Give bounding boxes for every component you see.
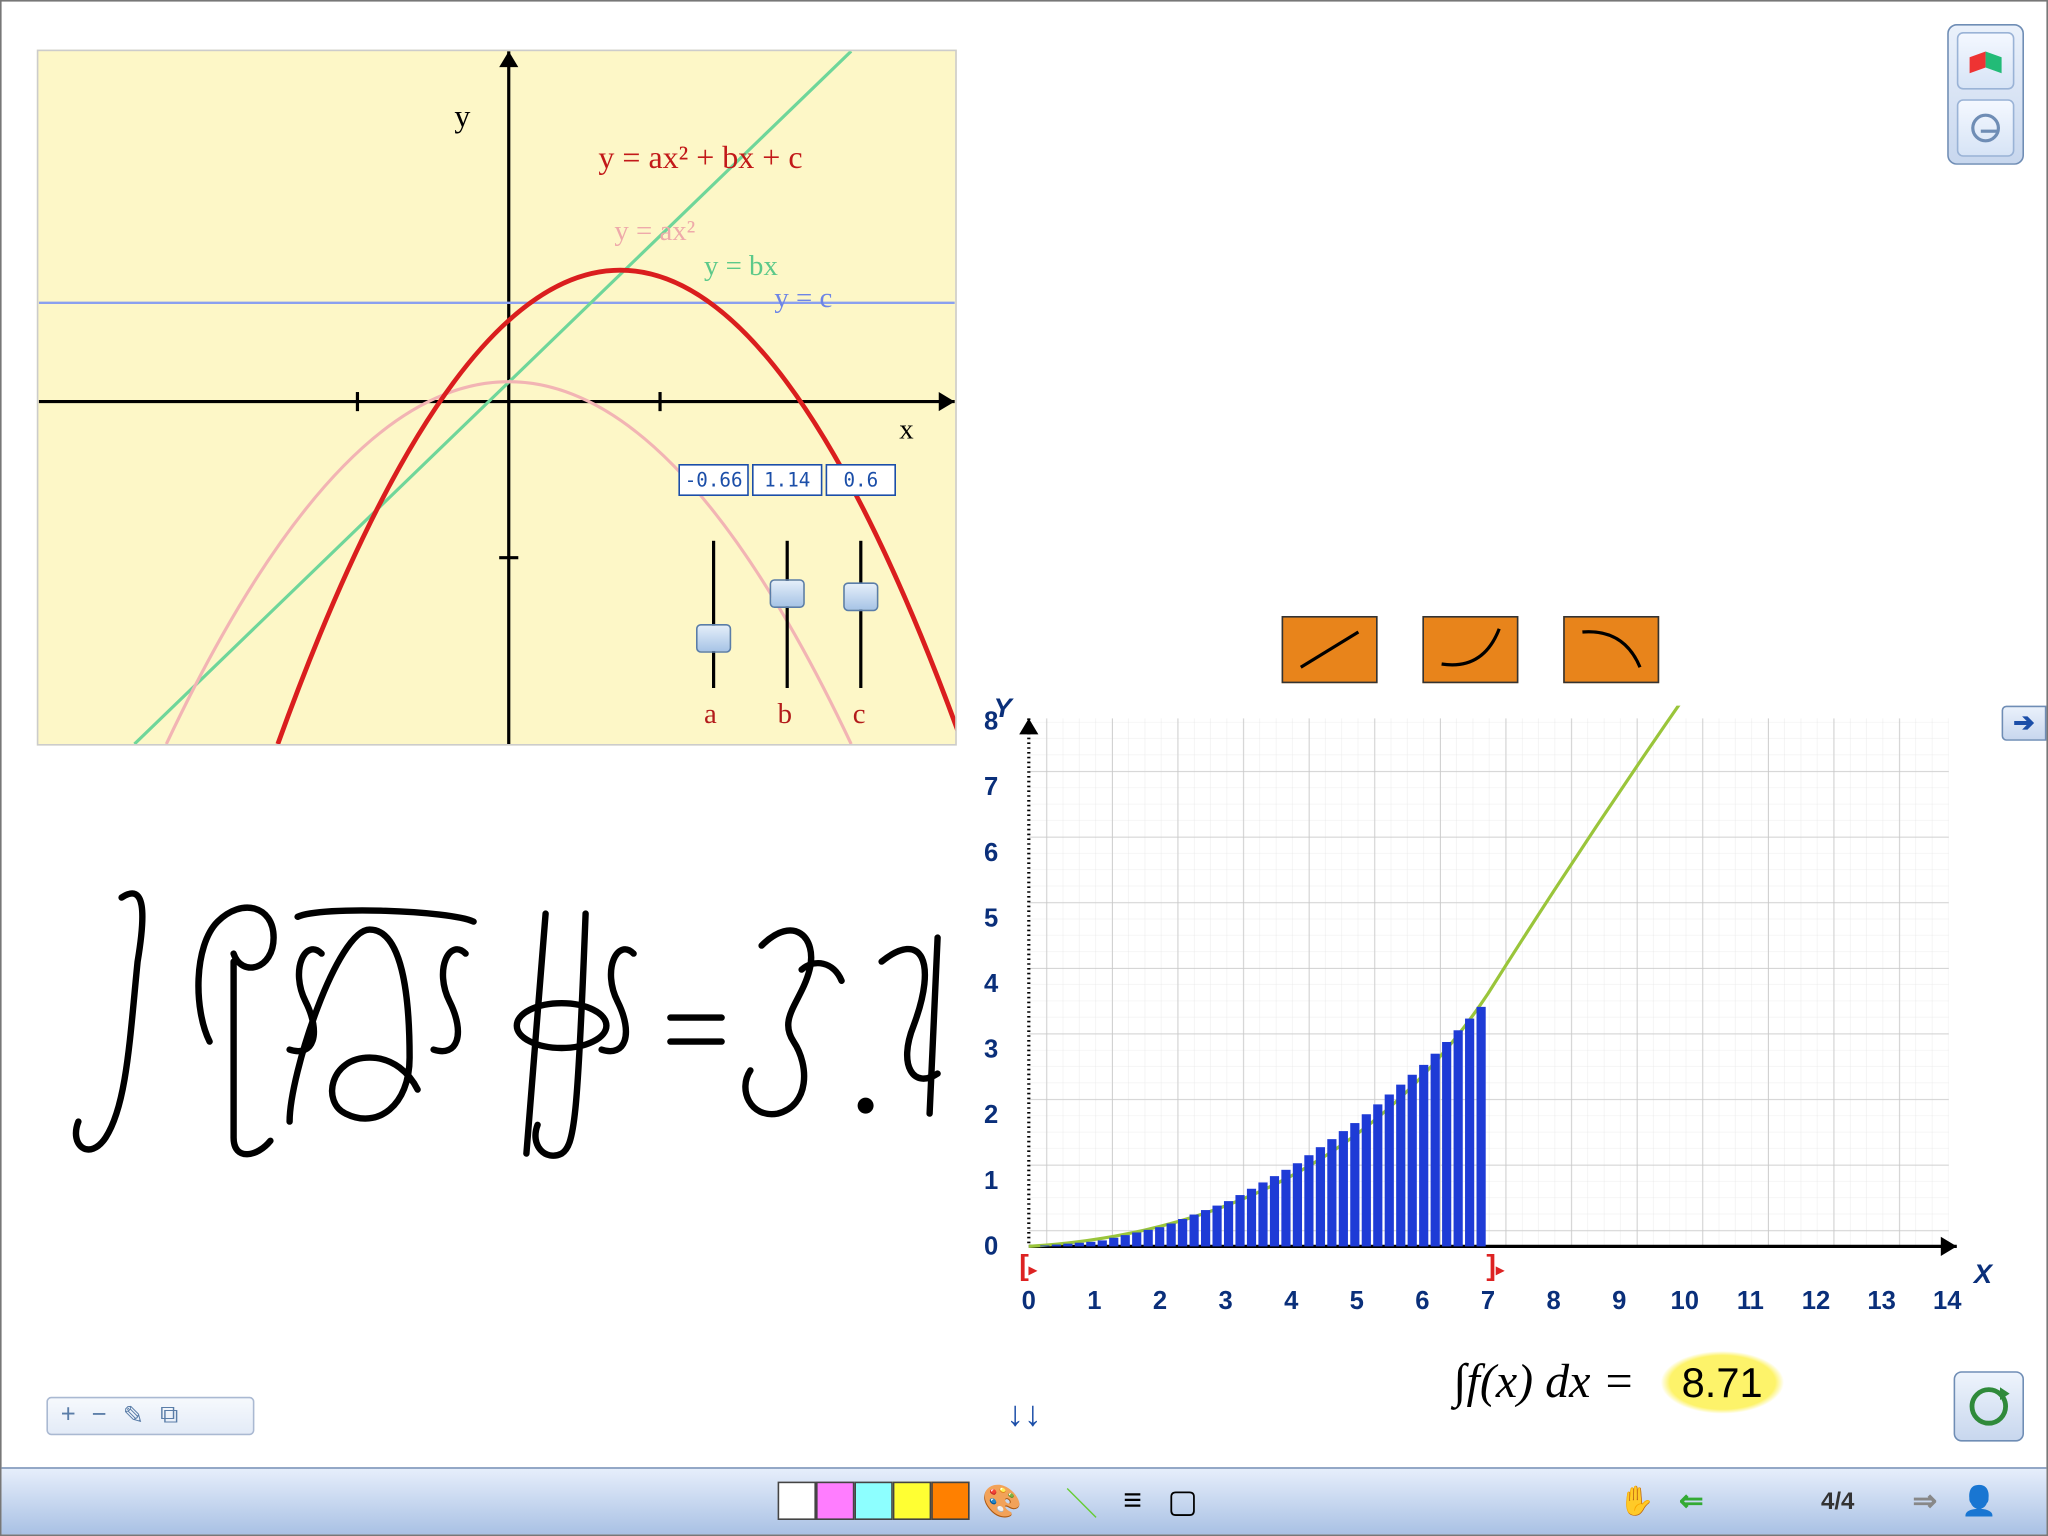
- eq-c: y = c: [774, 282, 832, 316]
- curve-type-group: [1282, 616, 1660, 683]
- x-tick: 10: [1669, 1288, 1701, 1317]
- x-tick: 1: [1078, 1288, 1110, 1317]
- x-tick: 5: [1341, 1288, 1373, 1317]
- swatch-white[interactable]: [778, 1482, 816, 1520]
- page-indicator: 4/4: [1821, 1488, 1854, 1515]
- slider-b-track[interactable]: [786, 541, 789, 688]
- page-mini-toolbar: + − ✎ ⧉: [46, 1397, 254, 1435]
- x-tick: 14: [1931, 1288, 1963, 1317]
- x-tick: 3: [1210, 1288, 1242, 1317]
- line-weight-tool[interactable]: ≡: [1123, 1483, 1142, 1520]
- x-axis-label: X: [1974, 1259, 1992, 1291]
- y-tick: 0: [984, 1234, 998, 1263]
- slider-a-value[interactable]: -0.66: [678, 464, 748, 496]
- x-tick: 8: [1538, 1288, 1570, 1317]
- curve-concave-button[interactable]: [1563, 616, 1659, 683]
- slider-b-value[interactable]: 1.14: [752, 464, 822, 496]
- x-tick: 4: [1275, 1288, 1307, 1317]
- edit-page-button[interactable]: ✎: [123, 1400, 144, 1432]
- y-tick: 4: [984, 971, 998, 1000]
- integral-lower-handle[interactable]: [▸: [1019, 1250, 1037, 1284]
- slider-a-thumb[interactable]: [696, 624, 731, 653]
- mode-button[interactable]: [1957, 99, 2015, 157]
- y-tick: 5: [984, 906, 998, 935]
- integral-plot-svg: [981, 706, 1973, 1346]
- y-tick: 8: [984, 709, 998, 738]
- add-page-button[interactable]: +: [61, 1402, 76, 1431]
- handwritten-integral: [50, 866, 946, 1186]
- bottom-tools: ＼ ≡ ▢: [1066, 1478, 1198, 1524]
- remove-page-button[interactable]: −: [92, 1402, 107, 1431]
- eq-full: y = ax² + bx + c: [598, 141, 802, 178]
- side-toolbox: [1947, 24, 2024, 165]
- eq-bx: y = bx: [704, 250, 778, 284]
- quadratic-widget[interactable]: y x y = ax² + bx + c y = ax² y = bx y = …: [37, 50, 957, 746]
- refresh-icon: [1970, 1387, 2008, 1425]
- slider-b-thumb[interactable]: [770, 579, 805, 608]
- x-tick: 13: [1866, 1288, 1898, 1317]
- y-tick: 7: [984, 774, 998, 803]
- collapse-toggle[interactable]: ↓↓: [1006, 1394, 1041, 1436]
- slider-b-label: b: [778, 698, 792, 732]
- slider-a-track[interactable]: [712, 541, 715, 688]
- refresh-button[interactable]: [1954, 1371, 2024, 1441]
- pen-tool[interactable]: ＼: [1066, 1478, 1098, 1524]
- eject-icon: [1971, 114, 2000, 143]
- color-palette: 🎨: [778, 1482, 1023, 1522]
- presenter-icon[interactable]: 👤: [1960, 1482, 1998, 1520]
- whiteboard-stage[interactable]: y x y = ax² + bx + c y = ax² y = bx y = …: [0, 0, 2048, 1536]
- integral-widget[interactable]: Y X 012345678 01234567891011121314 [▸ ]▸: [981, 706, 1973, 1426]
- slider-c-label: c: [853, 698, 866, 732]
- x-tick: 11: [1734, 1288, 1766, 1317]
- objects-button[interactable]: [1957, 32, 2015, 90]
- duplicate-page-button[interactable]: ⧉: [160, 1402, 178, 1431]
- y-tick: 6: [984, 840, 998, 869]
- quadratic-plot: [38, 51, 955, 744]
- slider-c-value[interactable]: 0.6: [826, 464, 896, 496]
- swatch-orange[interactable]: [931, 1482, 969, 1520]
- swatch-pink[interactable]: [816, 1482, 854, 1520]
- expand-right-button[interactable]: ➔: [2002, 706, 2047, 741]
- nav-right-group: ⇒ 👤: [1906, 1482, 1999, 1520]
- x-tick: 9: [1603, 1288, 1635, 1317]
- x-tick: 12: [1800, 1288, 1832, 1317]
- y-tick: 1: [984, 1168, 998, 1197]
- palette-icon[interactable]: 🎨: [982, 1482, 1022, 1522]
- hand-tool[interactable]: ✋: [1618, 1482, 1656, 1520]
- curve-linear-button[interactable]: [1282, 616, 1378, 683]
- slider-c-thumb[interactable]: [843, 582, 878, 611]
- y-tick: 3: [984, 1037, 998, 1066]
- cube-icon: [1970, 45, 2002, 77]
- x-tick: 6: [1406, 1288, 1438, 1317]
- swatch-yellow[interactable]: [893, 1482, 931, 1520]
- x-tick: 0: [1013, 1288, 1045, 1317]
- nav-left-group: ✋ ⇐: [1618, 1482, 1711, 1520]
- x-tick: 2: [1144, 1288, 1176, 1317]
- arrow-right-icon: ➔: [2013, 707, 2034, 739]
- axis-label-x: x: [899, 413, 913, 447]
- x-tick: 7: [1472, 1288, 1504, 1317]
- curve-convex-button[interactable]: [1422, 616, 1518, 683]
- screen-tool[interactable]: ▢: [1167, 1482, 1197, 1522]
- integral-result: ∫f(x) dx = 8.71: [1282, 1355, 1970, 1409]
- y-tick: 2: [984, 1102, 998, 1131]
- integral-expr: ∫f(x) dx =: [1453, 1355, 1634, 1408]
- slider-c-track[interactable]: [859, 541, 862, 688]
- axis-label-y: y: [454, 99, 470, 136]
- swatch-cyan[interactable]: [854, 1482, 892, 1520]
- next-page-button[interactable]: ⇒: [1906, 1482, 1944, 1520]
- eq-ax2: y = ax²: [614, 214, 695, 248]
- integral-value: 8.71: [1646, 1349, 1797, 1416]
- integral-upper-handle[interactable]: ]▸: [1486, 1250, 1504, 1284]
- slider-a-label: a: [704, 698, 717, 732]
- bottom-toolbar: 🎨 ＼ ≡ ▢ ✋ ⇐ 4/4 ⇒ 👤: [2, 1467, 2047, 1534]
- prev-page-button[interactable]: ⇐: [1672, 1482, 1710, 1520]
